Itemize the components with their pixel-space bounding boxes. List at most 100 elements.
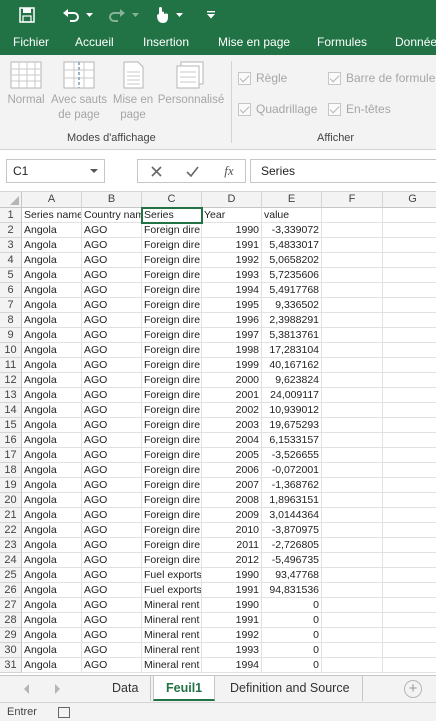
cell-f20[interactable] bbox=[322, 493, 383, 508]
cell-c8[interactable]: Foreign dire bbox=[142, 313, 202, 328]
cell-e6[interactable]: 5,4917768 bbox=[262, 283, 322, 298]
cell-f13[interactable] bbox=[322, 388, 383, 403]
row-header[interactable]: 18 bbox=[0, 463, 22, 478]
cell-f21[interactable] bbox=[322, 508, 383, 523]
formula-input[interactable]: Series bbox=[250, 159, 436, 183]
sheet-tab-feuil1[interactable]: Feuil1 bbox=[153, 676, 216, 701]
cell-d3[interactable]: 1991 bbox=[202, 238, 262, 253]
cell-f28[interactable] bbox=[322, 613, 383, 628]
cell-b12[interactable]: AGO bbox=[82, 373, 142, 388]
cell-b20[interactable]: AGO bbox=[82, 493, 142, 508]
cell-e15[interactable]: 19,675293 bbox=[262, 418, 322, 433]
row-header[interactable]: 30 bbox=[0, 643, 22, 658]
cell-a1[interactable]: Series name bbox=[22, 208, 82, 223]
customize-icon[interactable] bbox=[204, 0, 218, 30]
cell-g16[interactable] bbox=[383, 433, 436, 448]
cell-f29[interactable] bbox=[322, 628, 383, 643]
cell-c21[interactable]: Foreign dire bbox=[142, 508, 202, 523]
cell-c20[interactable]: Foreign dire bbox=[142, 493, 202, 508]
column-header-b[interactable]: B bbox=[82, 192, 142, 208]
cell-b29[interactable]: AGO bbox=[82, 628, 142, 643]
cell-g26[interactable] bbox=[383, 583, 436, 598]
cell-g2[interactable] bbox=[383, 223, 436, 238]
cell-c27[interactable]: Mineral rent bbox=[142, 598, 202, 613]
cell-a16[interactable]: Angola bbox=[22, 433, 82, 448]
cell-f15[interactable] bbox=[322, 418, 383, 433]
cell-c11[interactable]: Foreign dire bbox=[142, 358, 202, 373]
cell-b5[interactable]: AGO bbox=[82, 268, 142, 283]
cell-a7[interactable]: Angola bbox=[22, 298, 82, 313]
cell-a28[interactable]: Angola bbox=[22, 613, 82, 628]
cell-b8[interactable]: AGO bbox=[82, 313, 142, 328]
cell-b4[interactable]: AGO bbox=[82, 253, 142, 268]
cell-c30[interactable]: Mineral rent bbox=[142, 643, 202, 658]
cell-c31[interactable]: Mineral rent bbox=[142, 658, 202, 673]
cell-b30[interactable]: AGO bbox=[82, 643, 142, 658]
cell-f9[interactable] bbox=[322, 328, 383, 343]
cell-c12[interactable]: Foreign dire bbox=[142, 373, 202, 388]
cell-d25[interactable]: 1990 bbox=[202, 568, 262, 583]
cell-c2[interactable]: Foreign dire bbox=[142, 223, 202, 238]
cell-d30[interactable]: 1993 bbox=[202, 643, 262, 658]
cell-g9[interactable] bbox=[383, 328, 436, 343]
cell-f19[interactable] bbox=[322, 478, 383, 493]
cell-f6[interactable] bbox=[322, 283, 383, 298]
custom-views-button[interactable]: Personnalisé bbox=[157, 61, 225, 108]
save-icon[interactable] bbox=[14, 0, 40, 30]
cell-d1[interactable]: Year bbox=[202, 208, 262, 223]
cell-g27[interactable] bbox=[383, 598, 436, 613]
cell-f27[interactable] bbox=[322, 598, 383, 613]
cell-c16[interactable]: Foreign dire bbox=[142, 433, 202, 448]
cell-g25[interactable] bbox=[383, 568, 436, 583]
row-header[interactable]: 22 bbox=[0, 523, 22, 538]
cell-b9[interactable]: AGO bbox=[82, 328, 142, 343]
cell-f4[interactable] bbox=[322, 253, 383, 268]
cell-g18[interactable] bbox=[383, 463, 436, 478]
cell-d8[interactable]: 1996 bbox=[202, 313, 262, 328]
cell-f14[interactable] bbox=[322, 403, 383, 418]
cell-f31[interactable] bbox=[322, 658, 383, 673]
cell-b17[interactable]: AGO bbox=[82, 448, 142, 463]
row-header[interactable]: 7 bbox=[0, 298, 22, 313]
cell-c24[interactable]: Foreign dire bbox=[142, 553, 202, 568]
cell-d27[interactable]: 1990 bbox=[202, 598, 262, 613]
cell-b19[interactable]: AGO bbox=[82, 478, 142, 493]
cell-e21[interactable]: 3,0144364 bbox=[262, 508, 322, 523]
scroll-right-icon[interactable] bbox=[55, 684, 60, 694]
cell-e26[interactable]: 94,831536 bbox=[262, 583, 322, 598]
cell-b18[interactable]: AGO bbox=[82, 463, 142, 478]
cell-b2[interactable]: AGO bbox=[82, 223, 142, 238]
cell-b21[interactable]: AGO bbox=[82, 508, 142, 523]
cell-b1[interactable]: Country nam bbox=[82, 208, 142, 223]
cell-a3[interactable]: Angola bbox=[22, 238, 82, 253]
cell-d28[interactable]: 1991 bbox=[202, 613, 262, 628]
cell-b26[interactable]: AGO bbox=[82, 583, 142, 598]
cell-a11[interactable]: Angola bbox=[22, 358, 82, 373]
cell-d16[interactable]: 2004 bbox=[202, 433, 262, 448]
cell-c23[interactable]: Foreign dire bbox=[142, 538, 202, 553]
cell-a24[interactable]: Angola bbox=[22, 553, 82, 568]
cell-a23[interactable]: Angola bbox=[22, 538, 82, 553]
column-header-c[interactable]: C bbox=[142, 192, 202, 208]
cell-e28[interactable]: 0 bbox=[262, 613, 322, 628]
cell-d19[interactable]: 2007 bbox=[202, 478, 262, 493]
column-header-g[interactable]: G bbox=[383, 192, 436, 208]
cell-g10[interactable] bbox=[383, 343, 436, 358]
cell-e4[interactable]: 5,0658202 bbox=[262, 253, 322, 268]
row-header[interactable]: 14 bbox=[0, 403, 22, 418]
formula-bar-checkbox[interactable]: Barre de formule bbox=[328, 71, 435, 85]
cell-e31[interactable]: 0 bbox=[262, 658, 322, 673]
cell-g22[interactable] bbox=[383, 523, 436, 538]
cell-c26[interactable]: Fuel exports bbox=[142, 583, 202, 598]
cell-g8[interactable] bbox=[383, 313, 436, 328]
cell-b25[interactable]: AGO bbox=[82, 568, 142, 583]
cell-f3[interactable] bbox=[322, 238, 383, 253]
cell-a5[interactable]: Angola bbox=[22, 268, 82, 283]
cell-c5[interactable]: Foreign dire bbox=[142, 268, 202, 283]
cell-g7[interactable] bbox=[383, 298, 436, 313]
cell-b31[interactable]: AGO bbox=[82, 658, 142, 673]
cell-f22[interactable] bbox=[322, 523, 383, 538]
cell-c25[interactable]: Fuel exports bbox=[142, 568, 202, 583]
macro-record-icon[interactable] bbox=[58, 707, 70, 718]
cell-a15[interactable]: Angola bbox=[22, 418, 82, 433]
